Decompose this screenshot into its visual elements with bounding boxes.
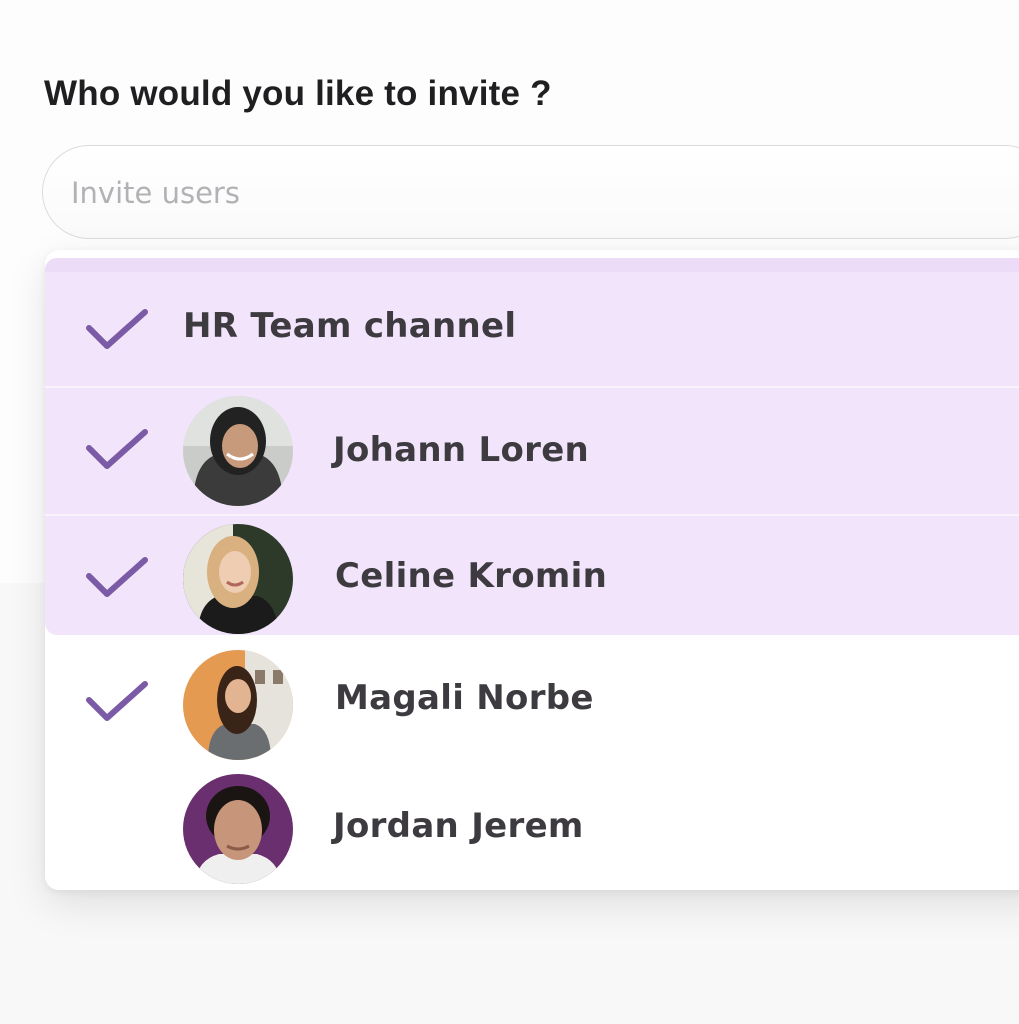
option-celine-kromin[interactable]: Celine Kromin (45, 516, 1019, 640)
option-label: Celine Kromin (335, 556, 608, 596)
invite-suggestions-dropdown: HR Team channel Johann Loren Celine Krom… (45, 250, 1019, 890)
avatar-photo (183, 650, 293, 760)
option-jordan-jerem[interactable]: Jordan Jerem (45, 770, 1019, 890)
avatar-photo (183, 774, 293, 884)
invite-search-box[interactable] (42, 145, 1019, 239)
option-label: Magali Norbe (335, 678, 594, 718)
check-icon (85, 554, 149, 598)
check-icon (85, 678, 149, 722)
option-label: HR Team channel (183, 306, 517, 346)
avatar-photo (183, 524, 293, 634)
option-hr-team-channel[interactable]: HR Team channel (45, 272, 1019, 386)
option-magali-norbe[interactable]: Magali Norbe (45, 642, 1019, 770)
invite-users-input[interactable] (71, 172, 971, 214)
option-label: Jordan Jerem (333, 806, 584, 846)
option-johann-loren[interactable]: Johann Loren (45, 388, 1019, 514)
avatar-photo (183, 396, 293, 506)
page-title: Who would you like to invite ? (44, 74, 552, 113)
check-icon (85, 426, 149, 470)
option-label: Johann Loren (333, 430, 590, 470)
check-icon (85, 306, 149, 350)
